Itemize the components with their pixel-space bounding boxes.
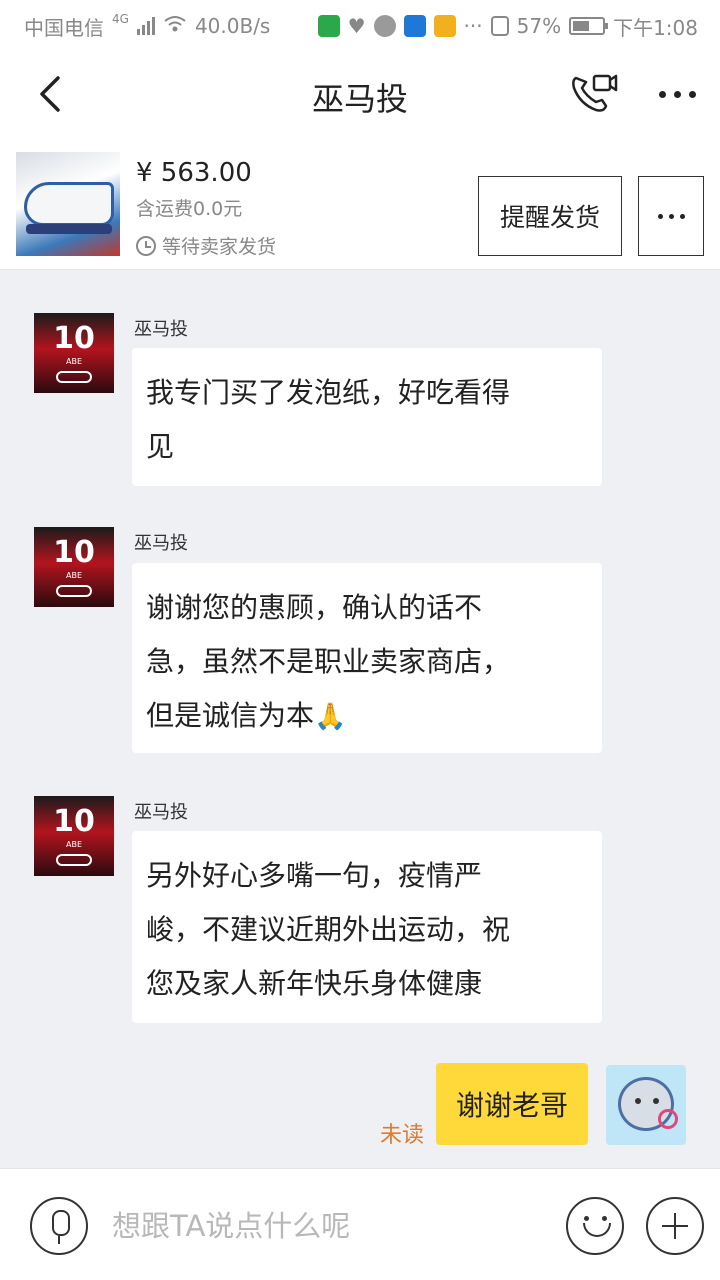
avatar[interactable]: 10 ABE	[34, 527, 114, 607]
call-button[interactable]	[568, 70, 620, 118]
app-icon	[317, 15, 340, 37]
shield-icon	[403, 15, 426, 37]
shipping-fee: 含运费0.0元	[136, 198, 243, 220]
sender-name: 巫马投	[134, 319, 188, 340]
my-message-bubble[interactable]: 谢谢老哥	[436, 1063, 588, 1145]
clock-icon	[136, 235, 156, 256]
sender-name: 巫马投	[134, 802, 188, 823]
emoji-button[interactable]	[566, 1197, 624, 1255]
status-bar-right: ♥ ··· 57% 下午1:08	[317, 12, 698, 41]
more-options-button[interactable]	[652, 76, 702, 112]
unread-status: 未读	[380, 1123, 425, 1148]
carrier-label: 中国电信	[24, 15, 104, 40]
nfc-icon	[490, 16, 509, 36]
message-input-bar	[0, 1168, 720, 1280]
status-bar: 中国电信 4G 40.0B/s ♥ ··· 57% 下午1:08	[0, 0, 720, 52]
message-bubble[interactable]: 另外好心多嘴一句，疫情严 峻，不建议近期外出运动，祝 您及家人新年快乐身体健康	[132, 831, 602, 1023]
network-type: 4G	[112, 11, 129, 26]
network-speed: 40.0B/s	[194, 14, 271, 38]
message-bubble[interactable]: 我专门买了发泡纸，好吃看得 见	[132, 348, 602, 486]
signal-icon	[136, 17, 155, 35]
voice-input-button[interactable]	[30, 1197, 88, 1255]
phone-video-icon	[572, 74, 618, 112]
more-dots-icon: ···	[463, 14, 483, 38]
my-avatar[interactable]	[606, 1065, 686, 1145]
order-status-text: 等待卖家发货	[162, 236, 277, 258]
chat-area[interactable]: 10 ABE 巫马投 我专门买了发泡纸，好吃看得 见 10 ABE 巫马投 谢谢…	[0, 271, 720, 1168]
nav-bar: 巫马投	[0, 52, 720, 136]
avatar[interactable]: 10 ABE	[34, 313, 114, 393]
order-price: ¥ 563.00	[136, 158, 252, 188]
wechat-icon	[373, 15, 396, 37]
status-bar-left: 中国电信 4G 40.0B/s	[24, 12, 270, 41]
product-thumbnail[interactable]	[16, 152, 120, 256]
order-summary: ¥ 563.00 含运费0.0元 等待卖家发货 提醒发货	[0, 136, 720, 270]
back-button[interactable]	[30, 72, 74, 116]
add-attachment-button[interactable]	[646, 1197, 704, 1255]
battery-percent: 57%	[516, 14, 562, 38]
back-arrow-icon	[40, 76, 60, 112]
avatar[interactable]: 10 ABE	[34, 796, 114, 876]
clock-time: 下午1:08	[613, 15, 698, 40]
order-status: 等待卖家发货	[136, 232, 276, 259]
order-more-button[interactable]	[638, 176, 704, 256]
more-dots-icon	[657, 213, 663, 219]
battery-icon	[569, 17, 609, 35]
wifi-icon	[163, 14, 187, 38]
message-input[interactable]	[112, 1199, 542, 1253]
app-icon	[433, 15, 456, 37]
remind-shipping-button[interactable]: 提醒发货	[478, 176, 622, 256]
more-dots-icon	[658, 90, 666, 98]
health-icon: ♥	[347, 14, 366, 38]
message-bubble[interactable]: 谢谢您的惠顾，确认的话不 急，虽然不是职业卖家商店， 但是诚信为本🙏	[132, 563, 602, 753]
pray-emoji: 🙏	[314, 702, 347, 732]
sender-name: 巫马投	[134, 533, 188, 554]
